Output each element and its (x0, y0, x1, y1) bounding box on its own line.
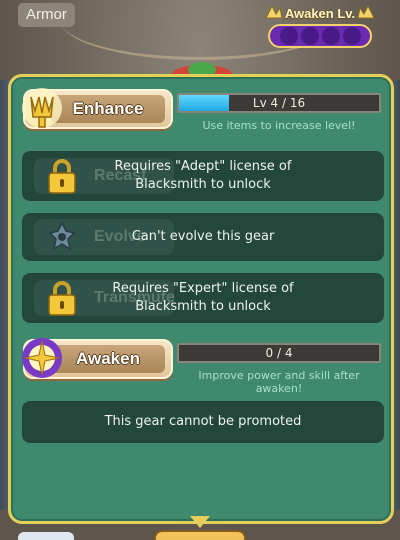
enhance-button[interactable]: Enhance (22, 88, 173, 129)
crown-trident-icon (22, 88, 62, 128)
awaken-hint: Improve power and skill after awaken! (198, 369, 360, 395)
awaken-level-label: Awaken Lv. (284, 6, 356, 21)
awaken-sparkle-icon (22, 338, 62, 378)
bottom-tab-left[interactable] (18, 532, 74, 540)
enhance-button-label: Enhance (72, 99, 144, 118)
awaken-button-label: Awaken (76, 349, 140, 368)
recast-row[interactable]: Recast Requires "Adept" license of Black… (22, 151, 384, 201)
panel-pointer-icon (190, 516, 210, 528)
evolve-message: Can't evolve this gear (131, 229, 275, 244)
transmute-lock-message-line1: Requires "Expert" license of (112, 281, 294, 296)
awaken-dot (342, 27, 361, 45)
recast-lock-message-line2: Blacksmith to unlock (135, 177, 271, 192)
enhance-hint: Use items to increase level! (202, 119, 356, 132)
awaken-level-dots (268, 24, 372, 48)
recast-lock-message-line1: Requires "Adept" license of (114, 159, 292, 174)
awaken-dot (300, 27, 319, 45)
awaken-progress-bar: 0 / 4 (177, 343, 381, 363)
awaken-button[interactable]: Awaken (22, 338, 173, 379)
enhance-level-bar: Lv 4 / 16 (177, 93, 381, 113)
gear-upgrade-panel: Enhance Lv 4 / 16 Use items to increase … (8, 74, 394, 524)
enhance-level-text: Lv 4 / 16 (252, 96, 306, 110)
awaken-dot (279, 27, 298, 45)
category-tab-armor[interactable]: Armor (18, 3, 75, 27)
awaken-dot (321, 27, 340, 45)
awaken-progress-text: 0 / 4 (265, 346, 293, 360)
bottom-tab-selected[interactable] (154, 530, 246, 540)
promote-message: This gear cannot be promoted (104, 414, 302, 429)
awaken-level-badge: Awaken Lv. (262, 2, 378, 50)
transmute-lock-message-line2: Blacksmith to unlock (135, 299, 271, 314)
transmute-row[interactable]: Transmute Requires "Expert" license of B… (22, 273, 384, 323)
promote-row[interactable]: This gear cannot be promoted (22, 401, 384, 443)
evolve-row[interactable]: Evolve Can't evolve this gear (22, 213, 384, 261)
